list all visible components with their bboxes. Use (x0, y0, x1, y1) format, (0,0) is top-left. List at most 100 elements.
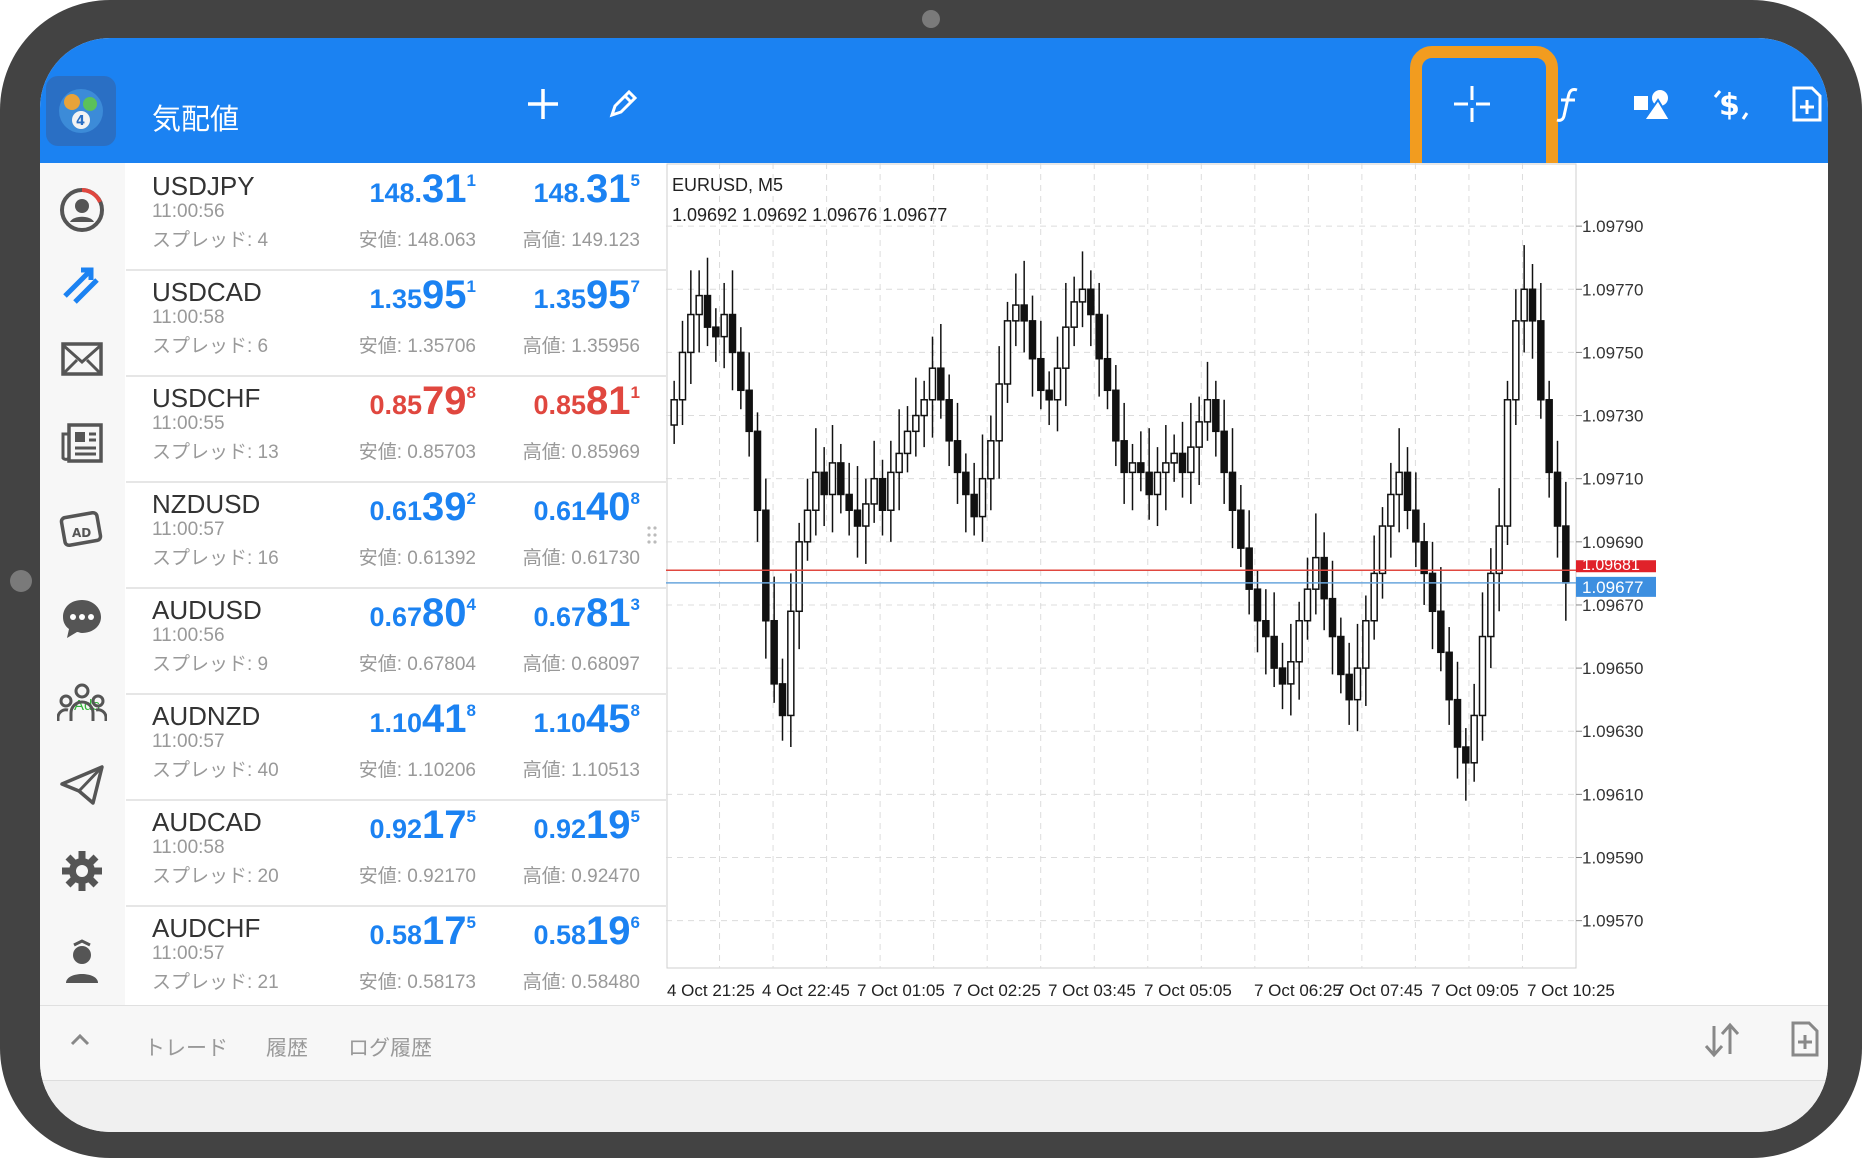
bid-pips: 80 (422, 591, 467, 635)
x-tick-label: 7 Oct 06:25 (1254, 981, 1342, 1000)
candle-body (1062, 326, 1070, 369)
quote-symbol: AUDUSD (152, 595, 262, 625)
telegram-icon[interactable] (52, 757, 112, 813)
candle-body (753, 430, 762, 512)
sort-icon[interactable] (1702, 1022, 1742, 1063)
candle-body (870, 477, 878, 505)
plus-icon[interactable] (515, 76, 571, 132)
account-icon[interactable] (52, 182, 112, 238)
mail-icon[interactable] (52, 331, 112, 387)
chart-ohlc: 1.09692 1.09692 1.09676 1.09677 (672, 205, 948, 225)
candle-body (1428, 572, 1437, 613)
app-bar: 4 気配値 $ (40, 38, 1828, 186)
candle-body (787, 610, 795, 717)
quote-row[interactable]: AUDCAD 11:00:58 スプレッド: 20 0.92175 0.92195 安値:… (126, 799, 666, 907)
quote-low: 安値: 0.58173 (358, 972, 476, 993)
tab-log-history[interactable]: ログ履歴 (348, 1032, 432, 1062)
candle-body (1537, 320, 1545, 401)
ask-prefix: 0.92 (533, 814, 587, 844)
candle-body (1012, 304, 1020, 322)
function-icon[interactable] (1542, 76, 1598, 132)
candle-body (1562, 525, 1570, 584)
quote-row[interactable]: NZDUSD 11:00:57 スプレッド: 16 0.61392 0.61408 安値:… (126, 481, 666, 589)
quote-row[interactable]: AUDNZD 11:00:57 スプレッド: 40 1.10418 1.10458 安値:… (126, 693, 666, 801)
bid-price: 0.58175 (369, 909, 476, 954)
candle-body (695, 294, 703, 316)
bid-prefix: 0.61 (369, 496, 423, 526)
y-tick-label: 1.09630 (1582, 722, 1643, 741)
quote-row[interactable]: USDCHF 11:00:55 スプレッド: 13 0.85798 0.85811 安値:… (126, 375, 666, 483)
candle-body (895, 452, 903, 474)
candle-body (1420, 541, 1428, 575)
candle-body (887, 471, 895, 512)
candle-body (1295, 619, 1303, 663)
bid-point: 5 (466, 913, 476, 932)
candle-body (1287, 661, 1295, 685)
settings-icon[interactable] (52, 843, 112, 899)
candle-body (837, 462, 845, 496)
y-tick-label: 1.09710 (1582, 470, 1643, 489)
quote-spread: スプレッド: 21 (152, 972, 279, 993)
candle-body (678, 351, 687, 401)
candle-body (1120, 440, 1128, 474)
ask-prefix: 148. (533, 178, 587, 208)
svg-text:AD: AD (72, 526, 91, 540)
quote-high: 高値: 1.35956 (522, 336, 640, 357)
chat-icon[interactable] (52, 591, 112, 647)
chart-canvas[interactable]: 1.09790 1.09770 1.09750 1.09730 1.09710 1.096… (666, 163, 1828, 1005)
ask-price: 0.61408 (533, 485, 640, 530)
new-document-icon[interactable] (1790, 1020, 1820, 1063)
candle-body (1345, 673, 1353, 701)
x-tick-label: 4 Oct 22:45 (762, 981, 850, 1000)
quote-row[interactable]: AUDCHF 11:00:57 スプレッド: 21 0.58175 0.58196 安値:… (126, 905, 666, 1013)
candle-body (845, 493, 853, 512)
ads-icon[interactable]: AD (52, 500, 112, 556)
candle-body (1503, 399, 1512, 527)
ask-price: 1.35957 (533, 273, 640, 318)
new-order-icon[interactable] (1786, 76, 1828, 132)
news-icon[interactable] (52, 415, 112, 471)
bottom-bar: トレード 履歴 ログ履歴 (40, 1005, 1828, 1081)
chevron-up-icon[interactable] (68, 1028, 92, 1057)
ask-point: 3 (630, 595, 640, 614)
pencil-icon[interactable] (595, 76, 651, 132)
crosshair-icon[interactable] (1434, 70, 1510, 138)
resize-handle[interactable] (646, 525, 658, 545)
quote-time: 11:00:57 (152, 731, 225, 752)
tab-history[interactable]: 履歴 (266, 1032, 308, 1062)
price-chart[interactable]: 1.09790 1.09770 1.09750 1.09730 1.09710 1.096… (666, 163, 1828, 1005)
candle-body (1370, 572, 1378, 622)
candle-body (1237, 509, 1245, 549)
candle-body (1103, 357, 1112, 392)
traders-icon[interactable] (52, 933, 112, 989)
bid-price: 148.311 (369, 167, 476, 212)
bid-prefix: 0.85 (369, 390, 423, 420)
y-tick-label: 1.09690 (1582, 533, 1643, 552)
candle-body (1553, 471, 1562, 527)
camera-dot (922, 10, 940, 28)
candle-body (762, 509, 770, 622)
community-icon[interactable] (52, 675, 112, 731)
x-tick-label: 7 Oct 02:25 (953, 981, 1041, 1000)
dollar-signal-icon[interactable]: $ (1702, 76, 1762, 132)
shapes-icon[interactable] (1622, 76, 1682, 132)
candle-body (920, 399, 928, 417)
quote-row[interactable]: USDCAD 11:00:58 スプレッド: 6 1.35951 1.35957 安値: … (126, 269, 666, 377)
candle-body (1153, 471, 1162, 496)
candle-body (862, 503, 870, 527)
candle-body (1312, 556, 1320, 590)
quote-high: 高値: 0.68097 (522, 654, 640, 675)
plot-border (666, 163, 1577, 969)
app-logo[interactable]: 4 (46, 76, 116, 146)
quote-row[interactable]: USDJPY 11:00:56 スプレッド: 4 148.311 148.315 安値: … (126, 163, 666, 271)
bid-point: 8 (466, 383, 476, 402)
quote-low: 安値: 0.92170 (358, 866, 476, 887)
ask-pips: 40 (586, 485, 631, 529)
candle-body (1412, 509, 1420, 543)
tab-trade[interactable]: トレード (144, 1032, 228, 1062)
quote-row[interactable]: AUDUSD 11:00:56 スプレッド: 9 0.67804 0.67813 安値: … (126, 587, 666, 695)
quote-symbol: USDJPY (152, 171, 255, 201)
ask-point: 6 (630, 913, 640, 932)
trade-icon[interactable] (52, 257, 112, 313)
ask-price: 148.315 (533, 167, 640, 212)
